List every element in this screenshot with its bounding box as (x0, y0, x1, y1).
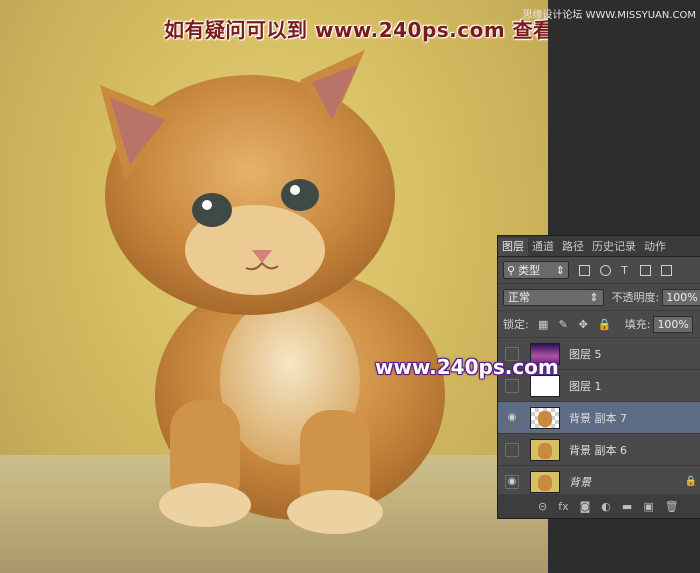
layer-name: 图层 1 (569, 379, 602, 393)
panel-tab-bar: 图层 通道 路径 历史记录 动作 (498, 236, 700, 257)
layer-thumbnail (530, 438, 560, 461)
layer-row-bg-copy6[interactable]: 背景 副本 6 (498, 434, 700, 466)
blend-mode-select[interactable]: 正常 ⇕ (503, 288, 604, 306)
adjustment-icon[interactable]: ◐ (601, 500, 611, 513)
visibility-toggle[interactable] (505, 442, 519, 457)
lock-position-icon[interactable]: ✥ (578, 319, 589, 330)
filter-kind-select[interactable]: ⚲ 类型 ⇕ (503, 261, 569, 279)
tab-layers[interactable]: 图层 (498, 238, 528, 256)
layer-name: 背景 副本 6 (569, 443, 627, 457)
panel-footer: ⊝ fx ◙ ◐ ▬ ▣ 🗑 (498, 494, 700, 518)
chevron-updown-icon: ⇕ (555, 263, 565, 277)
fill-input[interactable]: 100% (653, 315, 694, 333)
lock-transparency-icon[interactable]: ▦ (538, 319, 549, 330)
layer-name: 图层 5 (569, 347, 602, 361)
trash-icon[interactable]: 🗑 (665, 500, 679, 513)
lock-label: 锁定: (503, 318, 529, 331)
kitten-image (100, 50, 445, 534)
tab-channels[interactable]: 通道 (528, 238, 558, 256)
eye-icon[interactable]: ◉ (505, 410, 519, 425)
layer-name: 背景 副本 7 (569, 411, 627, 425)
search-icon: ⚲ (507, 263, 516, 277)
opacity-input[interactable]: 100% (662, 288, 700, 306)
pixel-filter-icon[interactable] (579, 264, 590, 276)
filter-row: ⚲ 类型 ⇕ T (498, 257, 700, 284)
tab-paths[interactable]: 路径 (558, 238, 588, 256)
site-tag: 思缘设计论坛 WWW.MISSYUAN.COM (522, 10, 696, 21)
new-layer-icon[interactable]: ▣ (643, 500, 653, 513)
fill-label: 填充: (624, 318, 651, 331)
type-filter-icon[interactable]: T (619, 265, 630, 276)
layer-name: 背景 (569, 475, 591, 489)
layer-thumbnail (530, 406, 560, 429)
filter-kind-label: 类型 (518, 264, 541, 277)
image-canvas: 如有疑问可以到 www.240ps.com 查看视频教程 (0, 0, 548, 573)
fx-icon[interactable]: fx (558, 500, 568, 513)
link-icon[interactable]: ⊝ (538, 500, 547, 513)
tab-history[interactable]: 历史记录 (588, 238, 640, 256)
tab-actions[interactable]: 动作 (640, 238, 670, 256)
mask-icon[interactable]: ◙ (580, 500, 591, 513)
eye-icon[interactable]: ◉ (505, 474, 519, 489)
blend-mode-value: 正常 (508, 291, 530, 304)
lock-icon: 🔒 (684, 476, 697, 487)
lock-pixels-icon[interactable]: ✎ (558, 319, 569, 330)
layer-row-bg-copy7[interactable]: ◉ 背景 副本 7 (498, 402, 700, 434)
blend-row: 正常 ⇕ 不透明度: 100% (498, 284, 700, 311)
folder-icon[interactable]: ▬ (622, 500, 632, 513)
chevron-updown-icon: ⇕ (589, 290, 599, 304)
adjustment-filter-icon[interactable] (600, 264, 611, 276)
opacity-label: 不透明度: (611, 291, 660, 304)
visibility-toggle[interactable] (505, 378, 519, 393)
lock-all-icon[interactable]: 🔒 (598, 319, 612, 330)
layer-thumbnail (530, 470, 560, 493)
lock-row: 锁定: ▦ ✎ ✥ 🔒 填充: 100% (498, 311, 700, 338)
header-caption: 如有疑问可以到 www.240ps.com 查看视频教程 (164, 18, 548, 42)
watermark-text: www.240ps.com (375, 355, 559, 379)
shape-filter-icon[interactable] (640, 264, 651, 276)
smart-filter-icon[interactable] (661, 264, 672, 276)
